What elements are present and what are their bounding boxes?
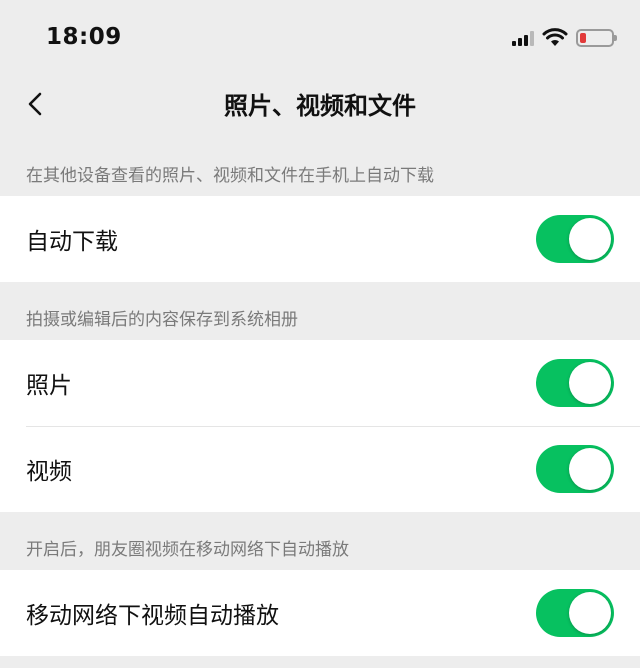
mobile-autoplay-toggle[interactable] [536,589,614,637]
nav-bar: 照片、视频和文件 [0,78,640,128]
cell-label-photos: 照片 [26,373,72,399]
status-time: 18:09 [46,24,122,50]
battery-low-icon [576,29,617,47]
section-header-moments-autoplay: 开启后，朋友圈视频在移动网络下自动播放 [26,540,349,560]
videos-toggle[interactable] [536,445,614,493]
cellular-signal-icon [512,30,534,46]
toggle-knob [569,362,611,404]
cell-group-save-to-album: 照片 视频 [0,340,640,512]
cell-label-mobile-autoplay: 移动网络下视频自动播放 [26,603,279,629]
photos-toggle[interactable] [536,359,614,407]
cell-label-videos: 视频 [26,459,72,485]
cell-mobile-autoplay[interactable]: 移动网络下视频自动播放 [0,570,640,656]
status-bar: 18:09 [0,0,640,78]
cell-photos[interactable]: 照片 [0,340,640,426]
wifi-icon [542,28,568,46]
screen: 18:09 照片、视频和文件 在其他设备查看的照片、视频和文件在手机上自动下载 … [0,0,640,668]
toggle-knob [569,592,611,634]
page-title: 照片、视频和文件 [224,92,416,120]
cell-group-moments-autoplay: 移动网络下视频自动播放 [0,570,640,656]
cell-group-auto-download: 自动下载 [0,196,640,282]
cell-videos[interactable]: 视频 [0,426,640,512]
cell-auto-download[interactable]: 自动下载 [0,196,640,282]
battery-level [580,33,586,43]
section-header-auto-download: 在其他设备查看的照片、视频和文件在手机上自动下载 [26,166,434,186]
auto-download-toggle[interactable] [536,215,614,263]
section-header-save-to-album: 拍摄或编辑后的内容保存到系统相册 [26,310,298,330]
toggle-knob [569,218,611,260]
status-icons [512,26,617,50]
cell-label-auto-download: 自动下载 [26,229,118,255]
toggle-knob [569,448,611,490]
